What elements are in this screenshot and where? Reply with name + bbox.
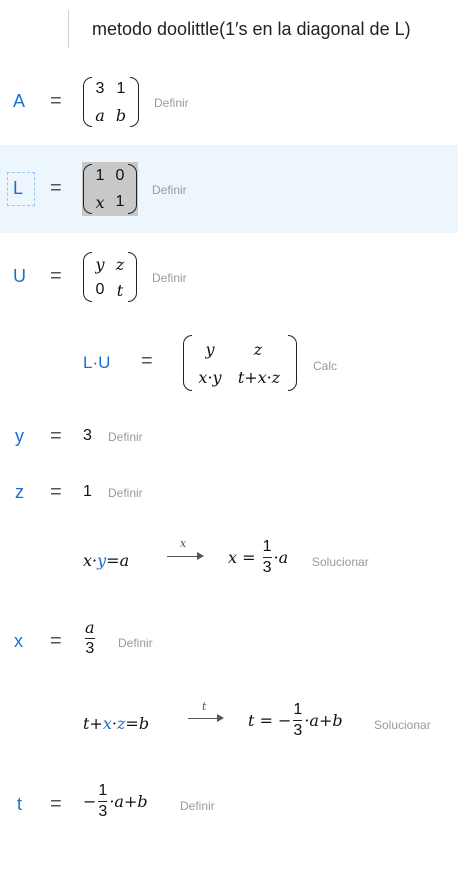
matrix-cell: y	[205, 340, 215, 359]
eq-part: ·a+b	[304, 711, 343, 730]
matrix-cell: x·y	[198, 368, 222, 387]
define-button-U[interactable]: Definir	[152, 271, 187, 285]
var-name-z: z	[15, 482, 24, 502]
calc-button[interactable]: Calc	[313, 359, 337, 373]
row-solve-t[interactable]: t+x·z=b t t = −1 3 ·a+b Solucionar	[0, 699, 458, 751]
matrix-cell: z	[253, 340, 263, 359]
value-z: 1	[83, 483, 92, 500]
define-button-z[interactable]: Definir	[108, 486, 143, 500]
frac-den: 3	[98, 801, 108, 820]
matrix-cell: 1	[95, 167, 105, 184]
var-name-A: A	[13, 91, 26, 111]
equals-sign: =	[50, 793, 62, 815]
matrix-cell: x	[95, 193, 105, 212]
title-separator	[68, 10, 69, 48]
eq-part: −	[83, 792, 97, 811]
paren-left	[183, 335, 192, 391]
eq-part: x =	[228, 548, 261, 567]
eq-part: x·	[83, 551, 98, 570]
var-name-U: U	[13, 266, 26, 286]
arrow-label: t	[202, 700, 207, 713]
matrix-cell: 0	[95, 281, 105, 298]
row-solve-x[interactable]: x·y=a x x = 1 3 ·a Solucionar	[0, 535, 458, 587]
row-A[interactable]: A = 3 1 a b Definir	[0, 75, 458, 130]
matrix-cell: t	[116, 281, 124, 300]
equation-lhs: x·y=a	[83, 551, 129, 570]
eq-part: t = −	[248, 711, 292, 730]
matrix-A: 3 1 a b	[83, 77, 139, 127]
equation-lhs: t+x·z=b	[83, 714, 149, 733]
lu-name-U: U	[98, 353, 111, 372]
matrix-U: y z 0 t	[83, 252, 137, 302]
row-x[interactable]: x = a3 Definir	[0, 618, 458, 664]
value-x: a3	[83, 618, 97, 659]
matrix-cell: t+x·z	[237, 368, 281, 387]
title-text[interactable]: metodo doolittle(1′s en la diagonal de L…	[92, 19, 411, 40]
matrix-cell: 0	[115, 167, 125, 184]
eq-part: ·a+b	[109, 792, 148, 811]
frac-num: 1	[293, 701, 303, 718]
solve-arrow	[167, 556, 197, 557]
define-button-A[interactable]: Definir	[154, 96, 189, 110]
var-name-x: x	[14, 631, 23, 651]
fraction: 13	[98, 781, 108, 822]
frac-num: 1	[262, 538, 272, 555]
row-t[interactable]: t = −1 3 ·a+b Definir	[0, 781, 458, 829]
arrow-head	[197, 552, 204, 560]
solve-arrow	[188, 718, 217, 719]
frac-den: 3	[85, 638, 95, 657]
matrix-LU: y z x·y t+x·z	[183, 335, 297, 391]
matrix-cell: 1	[115, 193, 125, 210]
equals-sign: =	[50, 481, 62, 503]
define-button-x[interactable]: Definir	[118, 636, 153, 650]
frac-den: 3	[262, 557, 272, 576]
matrix-cell: z	[115, 255, 125, 274]
frac-den: 3	[293, 720, 303, 739]
row-L[interactable]: L = 1 0 x 1 Definir	[0, 145, 458, 233]
define-button-t[interactable]: Definir	[180, 799, 215, 813]
value-t: −1 3 ·a+b	[83, 781, 148, 822]
fraction: a3	[85, 618, 95, 659]
arrow-head	[217, 714, 224, 722]
equals-sign: =	[141, 350, 153, 372]
row-y[interactable]: y = 3 Definir	[0, 420, 458, 452]
var-name-t: t	[17, 794, 23, 814]
matrix-cell: 1	[116, 80, 126, 97]
equation-rhs: x = 1 3 ·a	[228, 537, 288, 578]
fraction: 13	[293, 700, 303, 741]
solve-button-t[interactable]: Solucionar	[374, 718, 431, 732]
matrix-cell: y	[95, 255, 105, 274]
var-name-L: L	[13, 178, 24, 198]
frac-num: 1	[98, 782, 108, 799]
matrix-cell: 3	[95, 80, 105, 97]
equation-rhs: t = −1 3 ·a+b	[248, 700, 343, 741]
value-y: 3	[83, 427, 92, 444]
matrix-L: 1 0 x 1	[83, 164, 137, 214]
arrow-label: x	[180, 537, 187, 550]
eq-part: ·a	[273, 548, 289, 567]
define-button-L[interactable]: Definir	[152, 183, 187, 197]
eq-part: t+	[83, 714, 103, 733]
equals-sign: =	[50, 425, 62, 447]
equals-sign: =	[50, 90, 62, 112]
eq-part: =a	[106, 551, 130, 570]
solve-button-x[interactable]: Solucionar	[312, 555, 369, 569]
eq-part: =b	[125, 714, 150, 733]
row-LU[interactable]: L·U = y z x·y t+x·z Calc	[0, 335, 458, 393]
equals-sign: =	[50, 177, 62, 199]
matrix-cell: a	[95, 106, 105, 125]
row-z[interactable]: z = 1 Definir	[0, 476, 458, 508]
paren-right	[288, 335, 297, 391]
equals-sign: =	[50, 265, 62, 287]
row-U[interactable]: U = y z 0 t Definir	[0, 250, 458, 305]
fraction: 13	[262, 537, 272, 578]
eq-var-x: x	[102, 714, 112, 733]
equals-sign: =	[50, 630, 62, 652]
define-button-y[interactable]: Definir	[108, 430, 143, 444]
eq-var-y: y	[97, 551, 107, 570]
var-name-y: y	[15, 426, 24, 446]
frac-num: a	[85, 618, 95, 637]
lu-expression: L·U	[83, 353, 110, 373]
matrix-cell: b	[115, 106, 127, 125]
